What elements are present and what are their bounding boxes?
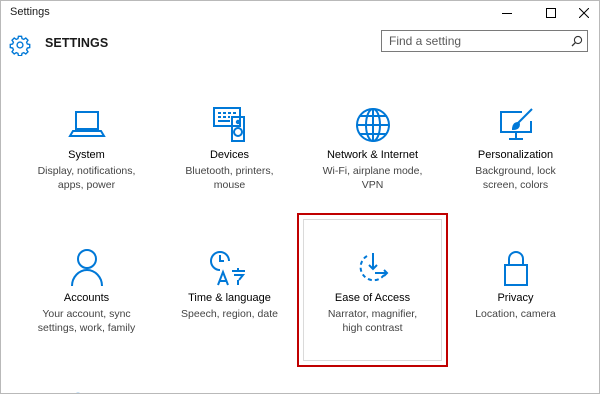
tile-accounts[interactable]: Accounts Your account, sync settings, wo… [13,247,160,387]
tile-network-internet[interactable]: Network & Internet Wi-Fi, airplane mode,… [299,105,446,245]
tile-devices[interactable]: Devices Bluetooth, printers, mouse [156,105,303,245]
gear-icon [9,35,31,56]
tile-desc-line2: screen, colors [482,179,549,191]
globe-icon [355,108,390,142]
person-icon [70,249,103,287]
search-icon[interactable] [571,35,583,47]
tile-desc-line2: apps, power [57,179,116,191]
laptop-icon [67,111,106,137]
tile-desc-line2: settings, work, family [37,322,136,334]
monitor-brush-icon [499,108,533,140]
tile-time-language[interactable]: Time & language Speech, region, date [156,247,303,387]
tile-personalization[interactable]: Personalization Background, lock screen,… [442,105,589,245]
minimize-button[interactable] [492,1,522,25]
tile-desc-line1: Display, notifications, [37,165,136,177]
tile-desc-line1: Your account, sync [42,308,131,320]
tile-title: Ease of Access [334,292,411,304]
tile-title: System [68,149,105,161]
tile-desc-line1: Speech, region, date [181,308,278,320]
tile-title: Devices [209,149,250,161]
tile-desc-line2: VPN [361,179,384,191]
minimize-icon [502,13,512,14]
tile-desc-line1: Narrator, magnifier, [327,308,418,320]
close-button[interactable] [569,1,599,25]
window-title: Settings [10,6,50,18]
title-bar[interactable]: Settings [1,1,599,25]
search-box[interactable] [381,30,588,52]
tile-desc-line1: Location, camera [475,308,556,320]
tile-title: Network & Internet [326,149,419,161]
tile-title: Personalization [477,149,554,161]
tile-system[interactable]: System Display, notifications, apps, pow… [13,105,160,245]
page-title: SETTINGS [45,36,109,50]
clock-language-icon [209,251,245,286]
lock-icon [503,251,528,286]
keyboard-speaker-icon [212,107,245,142]
tile-ease-of-access[interactable]: Ease of Access Narrator, magnifier, high… [299,247,446,387]
tile-desc-line2: high contrast [342,322,403,334]
tile-desc-line1: Bluetooth, printers, [185,165,274,177]
tile-title: Time & language [188,292,271,304]
settings-header: SETTINGS [1,25,599,65]
tile-desc-line1: Wi-Fi, airplane mode, [322,165,423,177]
settings-window: Settings SETTINGS Find a setting System … [0,0,600,394]
maximize-icon [546,8,556,18]
maximize-button[interactable] [536,1,566,25]
close-icon [579,8,589,18]
ease-of-access-icon [359,253,388,282]
search-input[interactable] [382,31,571,51]
update-security-icon [76,392,80,393]
tile-title: Accounts [63,292,110,304]
tile-title: Privacy [497,292,534,304]
tile-desc-line1: Background, lock [475,165,556,177]
tile-desc-line2: mouse [213,179,246,191]
tile-privacy[interactable]: Privacy Location, camera [442,247,589,387]
